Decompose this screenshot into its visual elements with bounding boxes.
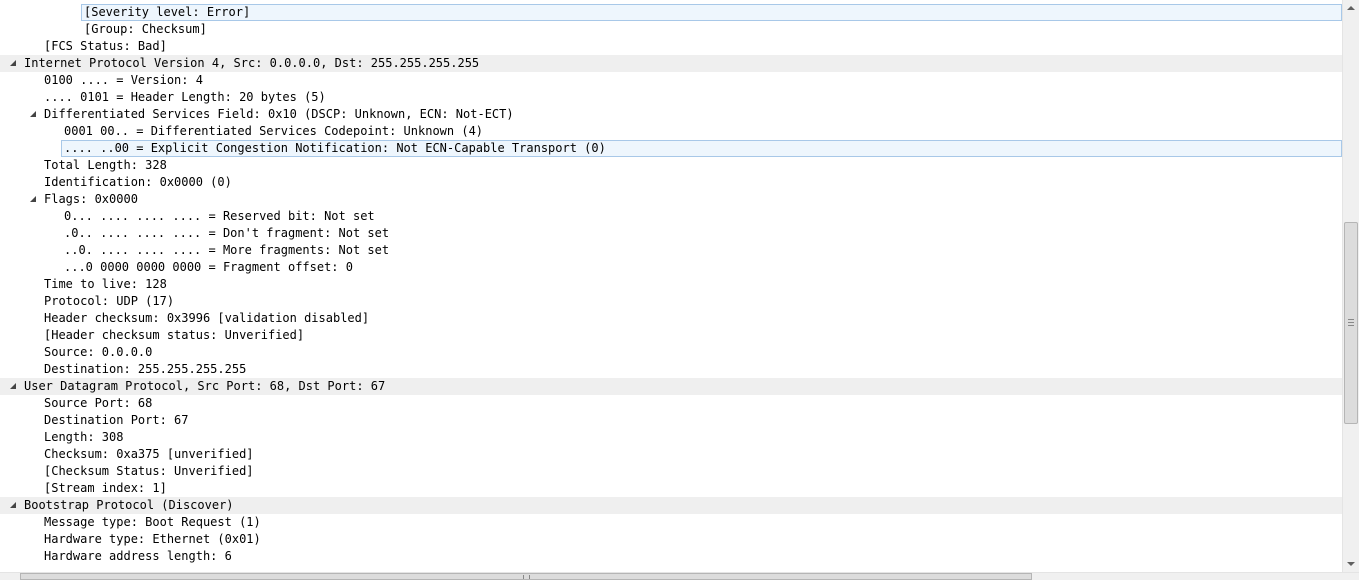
scroll-down-arrow-icon[interactable]: [1343, 556, 1359, 572]
tree-row-label: Differentiated Services Field: 0x10 (DSC…: [44, 107, 514, 121]
tree-row-label: Length: 308: [44, 430, 124, 444]
tree-row[interactable]: Message type: Boot Request (1): [0, 514, 1342, 531]
scroll-right-arrow-icon[interactable]: [1343, 573, 1359, 580]
tree-row-label: Time to live: 128: [44, 277, 167, 291]
tree-row-label: .0.. .... .... .... = Don't fragment: No…: [64, 226, 390, 240]
tree-row[interactable]: Destination Port: 67: [0, 412, 1342, 429]
tree-row[interactable]: Total Length: 328: [0, 157, 1342, 174]
tree-row-label: Header checksum: 0x3996 [validation disa…: [44, 311, 370, 325]
tree-row-label: [Severity level: Error]: [84, 5, 251, 19]
grip-icon: [1348, 319, 1354, 326]
scroll-up-arrow-icon[interactable]: [1343, 0, 1359, 16]
tree-row[interactable]: Flags: 0x0000: [0, 191, 1342, 208]
tree-row[interactable]: ..0. .... .... .... = More fragments: No…: [0, 242, 1342, 259]
tree-row-label: Source Port: 68: [44, 396, 153, 410]
protocol-header-row[interactable]: Bootstrap Protocol (Discover): [0, 497, 1342, 514]
horizontal-scroll-thumb[interactable]: [20, 573, 1032, 580]
tree-row[interactable]: Source: 0.0.0.0: [0, 344, 1342, 361]
tree-row-label: Identification: 0x0000 (0): [44, 175, 232, 189]
tree-row-label: 0100 .... = Version: 4: [44, 73, 203, 87]
tree-row[interactable]: Source Port: 68: [0, 395, 1342, 412]
tree-row-label: .... 0101 = Header Length: 20 bytes (5): [44, 90, 326, 104]
protocol-header-row[interactable]: User Datagram Protocol, Src Port: 68, Ds…: [0, 378, 1342, 395]
tree-row[interactable]: [Header checksum status: Unverified]: [0, 327, 1342, 344]
tree-row-label: Bootstrap Protocol (Discover): [24, 498, 234, 512]
tree-row-label: Checksum: 0xa375 [unverified]: [44, 447, 254, 461]
tree-row-label: [FCS Status: Bad]: [44, 39, 167, 53]
expanded-triangle-icon[interactable]: [30, 196, 36, 202]
tree-row-label: Hardware type: Ethernet (0x01): [44, 532, 261, 546]
tree-row-label: .... ..00 = Explicit Congestion Notifica…: [64, 141, 606, 155]
tree-row[interactable]: Time to live: 128: [0, 276, 1342, 293]
tree-row[interactable]: Hardware type: Ethernet (0x01): [0, 531, 1342, 548]
vertical-scrollbar[interactable]: [1342, 0, 1359, 572]
protocol-header-row[interactable]: Internet Protocol Version 4, Src: 0.0.0.…: [0, 55, 1342, 72]
expanded-triangle-icon[interactable]: [10, 383, 16, 389]
tree-row[interactable]: .... ..00 = Explicit Congestion Notifica…: [0, 140, 1342, 157]
tree-row-label: Message type: Boot Request (1): [44, 515, 261, 529]
tree-row-label: [Stream index: 1]: [44, 481, 167, 495]
tree-row-label: ..0. .... .... .... = More fragments: No…: [64, 243, 390, 257]
expanded-triangle-icon[interactable]: [30, 111, 36, 117]
tree-row[interactable]: .... 0101 = Header Length: 20 bytes (5): [0, 89, 1342, 106]
tree-row[interactable]: [Stream index: 1]: [0, 480, 1342, 497]
tree-row[interactable]: Length: 308: [0, 429, 1342, 446]
tree-row-label: 0001 00.. = Differentiated Services Code…: [64, 124, 484, 138]
tree-row[interactable]: Protocol: UDP (17): [0, 293, 1342, 310]
tree-row[interactable]: 0001 00.. = Differentiated Services Code…: [0, 123, 1342, 140]
tree-row-label: Protocol: UDP (17): [44, 294, 175, 308]
tree-row[interactable]: Differentiated Services Field: 0x10 (DSC…: [0, 106, 1342, 123]
packet-details-tree[interactable]: [Severity level: Error] [Group: Checksum]…: [0, 0, 1342, 572]
tree-row[interactable]: .0.. .... .... .... = Don't fragment: No…: [0, 225, 1342, 242]
tree-row[interactable]: Identification: 0x0000 (0): [0, 174, 1342, 191]
tree-row-label: Flags: 0x0000: [44, 192, 138, 206]
vertical-scroll-thumb[interactable]: [1344, 222, 1358, 424]
tree-row-label: [Group: Checksum]: [84, 22, 207, 36]
tree-row[interactable]: Destination: 255.255.255.255: [0, 361, 1342, 378]
tree-row-label: [Header checksum status: Unverified]: [44, 328, 305, 342]
tree-row-label: Internet Protocol Version 4, Src: 0.0.0.…: [24, 56, 480, 70]
tree-row[interactable]: Checksum: 0xa375 [unverified]: [0, 446, 1342, 463]
tree-row[interactable]: [Group: Checksum]: [0, 21, 1342, 38]
tree-row[interactable]: ...0 0000 0000 0000 = Fragment offset: 0: [0, 259, 1342, 276]
expanded-triangle-icon[interactable]: [10, 60, 16, 66]
horizontal-scrollbar[interactable]: [0, 572, 1359, 580]
tree-row-label: Destination: 255.255.255.255: [44, 362, 247, 376]
tree-row[interactable]: [Severity level: Error]: [0, 4, 1342, 21]
tree-row[interactable]: Hardware address length: 6: [0, 548, 1342, 565]
tree-row[interactable]: [FCS Status: Bad]: [0, 38, 1342, 55]
tree-row[interactable]: 0100 .... = Version: 4: [0, 72, 1342, 89]
tree-row[interactable]: Header checksum: 0x3996 [validation disa…: [0, 310, 1342, 327]
tree-row-label: User Datagram Protocol, Src Port: 68, Ds…: [24, 379, 386, 393]
selection-highlight: [81, 4, 1342, 21]
tree-row-label: Source: 0.0.0.0: [44, 345, 153, 359]
tree-row-label: Hardware address length: 6: [44, 549, 232, 563]
grip-icon: [523, 575, 530, 579]
tree-row-label: [Checksum Status: Unverified]: [44, 464, 254, 478]
tree-row-label: Destination Port: 67: [44, 413, 189, 427]
tree-row-label: Total Length: 328: [44, 158, 167, 172]
expanded-triangle-icon[interactable]: [10, 502, 16, 508]
tree-row-label: 0... .... .... .... = Reserved bit: Not …: [64, 209, 375, 223]
tree-row[interactable]: [Checksum Status: Unverified]: [0, 463, 1342, 480]
tree-row-label: ...0 0000 0000 0000 = Fragment offset: 0: [64, 260, 353, 274]
tree-row[interactable]: 0... .... .... .... = Reserved bit: Not …: [0, 208, 1342, 225]
